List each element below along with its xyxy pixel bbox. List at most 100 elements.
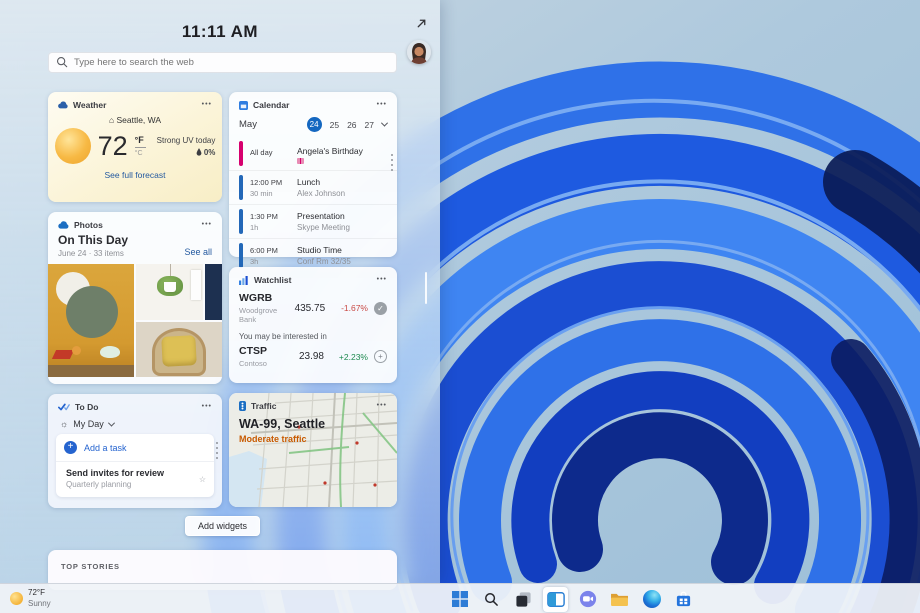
traffic-heading: WA-99, Seattle <box>239 417 387 431</box>
widgets-column-right: Calendar ••• May 24 25 26 27 <box>229 92 397 508</box>
photos-menu-button[interactable]: ••• <box>202 221 212 229</box>
traffic-widget[interactable]: Traffic ••• WA-99, Seattle Moderate traf… <box>229 393 397 507</box>
watchlist-widget[interactable]: Watchlist ••• WGRB Woodgrove Bank 435.75… <box>229 267 397 383</box>
todo-widget[interactable]: To Do ••• ☼ My Day + Add a task <box>48 394 222 508</box>
photo-detail <box>66 286 118 338</box>
taskbar: 72°F Sunny <box>0 583 920 613</box>
edge-button[interactable] <box>639 587 664 612</box>
photo-detail <box>164 282 176 292</box>
event-time: All day <box>250 148 290 157</box>
calendar-expand-chevron[interactable] <box>381 120 388 127</box>
traffic-menu-button[interactable]: ••• <box>377 402 387 410</box>
weather-widget[interactable]: Weather ••• ⌂ Seattle, WA 72 °F °C <box>48 92 222 202</box>
store-icon <box>675 591 692 608</box>
add-task-button[interactable]: + Add a task <box>56 434 214 462</box>
file-explorer-button[interactable] <box>607 587 632 612</box>
todo-title: To Do <box>75 402 98 412</box>
star-icon[interactable]: ☆ <box>199 474 206 486</box>
watchlist-row[interactable]: WGRB Woodgrove Bank 435.75 -1.67% ✓ <box>229 285 397 324</box>
event-title: Lunch <box>297 177 345 187</box>
plus-icon: + <box>64 441 77 454</box>
photos-see-all-link[interactable]: See all <box>184 247 212 258</box>
watchlist-widget-icon <box>239 276 249 285</box>
weather-condition: Strong UV today <box>157 136 216 145</box>
expand-icon <box>415 17 428 30</box>
watchlist-add-icon[interactable]: + <box>374 350 387 363</box>
photos-widget-icon <box>58 221 69 229</box>
calendar-day-24[interactable]: 24 <box>307 117 322 132</box>
event-time: 12:00 PM <box>250 178 290 187</box>
calendar-event-row[interactable]: 12:00 PM30 min LunchAlex Johnson <box>229 170 397 204</box>
start-button[interactable] <box>447 587 472 612</box>
calendar-event-row[interactable]: 1:30 PM1h PresentationSkype Meeting <box>229 204 397 238</box>
watchlist-menu-button[interactable]: ••• <box>377 276 387 284</box>
stock-symbol: WGRB <box>239 292 295 304</box>
start-icon <box>452 591 468 607</box>
event-color-bar <box>239 243 243 268</box>
weather-title: Weather <box>73 100 106 110</box>
unit-divider <box>135 147 146 148</box>
photo-still-life[interactable] <box>48 264 134 377</box>
traffic-widget-icon <box>239 401 246 411</box>
todo-task-row[interactable]: Send invites for review Quarterly planni… <box>56 462 214 497</box>
calendar-title: Calendar <box>253 100 289 110</box>
weather-temperature: 72 <box>98 131 128 162</box>
calendar-scroll-dots[interactable] <box>391 154 393 171</box>
widgets-button[interactable] <box>543 587 568 612</box>
photo-detail <box>48 365 134 377</box>
event-time: 6:00 PM <box>250 246 290 255</box>
weather-menu-button[interactable]: ••• <box>202 101 212 109</box>
event-time: 1:30 PM <box>250 212 290 221</box>
watchlist-row[interactable]: CTSP Contoso 23.98 +2.23% + <box>229 343 397 368</box>
calendar-day-27[interactable]: 27 <box>365 120 374 130</box>
calendar-menu-button[interactable]: ••• <box>377 101 387 109</box>
calendar-widget[interactable]: Calendar ••• May 24 25 26 27 <box>229 92 397 257</box>
calendar-event-row[interactable]: All day Angela's Birthday <box>229 137 397 170</box>
birthday-gift-icon <box>297 158 304 164</box>
calendar-day-26[interactable]: 26 <box>347 120 356 130</box>
search-input[interactable] <box>48 52 397 73</box>
weather-widget-icon <box>58 101 68 109</box>
task-subtitle: Quarterly planning <box>66 480 164 489</box>
taskbar-weather-chip[interactable]: 72°F Sunny <box>10 587 51 609</box>
task-title: Send invites for review <box>66 468 164 478</box>
my-day-sun-icon: ☼ <box>60 419 68 429</box>
temperature-unit-toggle[interactable]: °F °C <box>135 136 146 157</box>
search-icon <box>56 56 68 68</box>
chat-button[interactable] <box>575 587 600 612</box>
task-view-button[interactable] <box>511 587 536 612</box>
widgets-icon <box>547 591 565 608</box>
photo-hanging-plant[interactable] <box>136 264 203 320</box>
photo-detail <box>100 346 120 358</box>
stock-price: 23.98 <box>299 351 324 362</box>
watchlist-suggestion: You may be interested in <box>229 324 397 343</box>
user-avatar[interactable] <box>407 40 431 64</box>
todo-task-card: + Add a task Send invites for review Qua… <box>56 434 214 497</box>
event-color-bar <box>239 141 243 166</box>
taskbar-search-button[interactable] <box>479 587 504 612</box>
todo-scroll-dots[interactable] <box>216 442 218 459</box>
see-full-forecast-link[interactable]: See full forecast <box>48 170 222 180</box>
panel-scrollbar-thumb[interactable] <box>425 272 428 304</box>
task-view-icon <box>515 591 532 608</box>
expand-panel-button[interactable] <box>410 12 432 34</box>
calendar-day-25[interactable]: 25 <box>330 120 339 130</box>
photo-detail <box>72 346 81 355</box>
watchlist-added-icon[interactable]: ✓ <box>374 302 387 315</box>
sun-icon <box>55 128 91 164</box>
edge-icon <box>643 590 661 608</box>
stock-symbol: CTSP <box>239 345 267 357</box>
photo-wicker-chair[interactable] <box>136 322 222 378</box>
photo-dark-sliver[interactable] <box>205 264 222 320</box>
add-widgets-button[interactable]: Add widgets <box>185 516 260 536</box>
weather-location[interactable]: ⌂ Seattle, WA <box>48 115 222 125</box>
event-subtitle: Alex Johnson <box>297 189 345 198</box>
photo-detail <box>191 270 201 300</box>
photos-widget[interactable]: Photos ••• On This Day June 24 · 33 item… <box>48 212 222 384</box>
store-button[interactable] <box>671 587 696 612</box>
stock-price: 435.75 <box>295 303 326 314</box>
todo-list-selector[interactable]: ☼ My Day <box>48 412 222 429</box>
todo-menu-button[interactable]: ••• <box>202 403 212 411</box>
weather-precipitation: 0% <box>204 148 216 157</box>
taskbar-search-icon <box>484 592 499 607</box>
